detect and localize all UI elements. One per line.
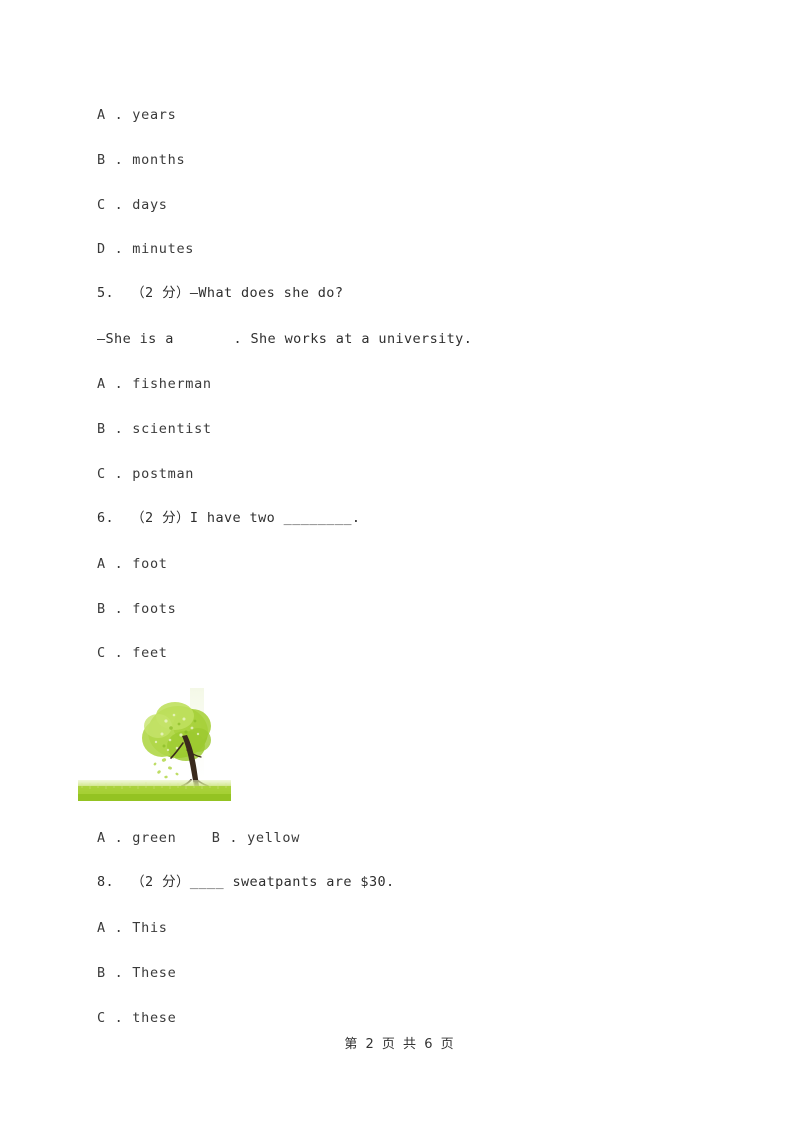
question-7-figure — [78, 688, 231, 801]
option-6-b: B . foots — [97, 601, 177, 617]
tree-on-grass-illustration — [78, 688, 231, 801]
option-5-a: A . fisherman — [97, 376, 212, 392]
question-8-stem: 8. （2 分）____ sweatpants are $30. — [97, 874, 395, 890]
question-5-stem: 5. （2 分）—What does she do? — [97, 285, 344, 301]
option-4-b: B . months — [97, 152, 186, 168]
option-4-d: D . minutes — [97, 241, 195, 257]
question-5-stem2: —She is a . She works at a university. — [97, 331, 473, 347]
option-6-a: A . foot — [97, 556, 168, 572]
option-7-row: A . green B . yellow — [97, 830, 301, 846]
option-8-c: C . these — [97, 1010, 177, 1026]
question-6-stem: 6. （2 分）I have two ________. — [97, 510, 361, 526]
option-6-c: C . feet — [97, 645, 168, 661]
option-4-c: C . days — [97, 197, 168, 213]
page-number-footer: 第 2 页 共 6 页 — [344, 1037, 456, 1052]
option-5-b: B . scientist — [97, 421, 212, 437]
option-8-b: B . These — [97, 965, 177, 981]
grass-strip — [78, 780, 231, 801]
option-5-c: C . postman — [97, 466, 195, 482]
option-8-a: A . This — [97, 920, 168, 936]
option-4-a: A . years — [97, 107, 177, 123]
document-page: A . years B . months C . days D . minutes 5.… — [0, 0, 800, 1132]
